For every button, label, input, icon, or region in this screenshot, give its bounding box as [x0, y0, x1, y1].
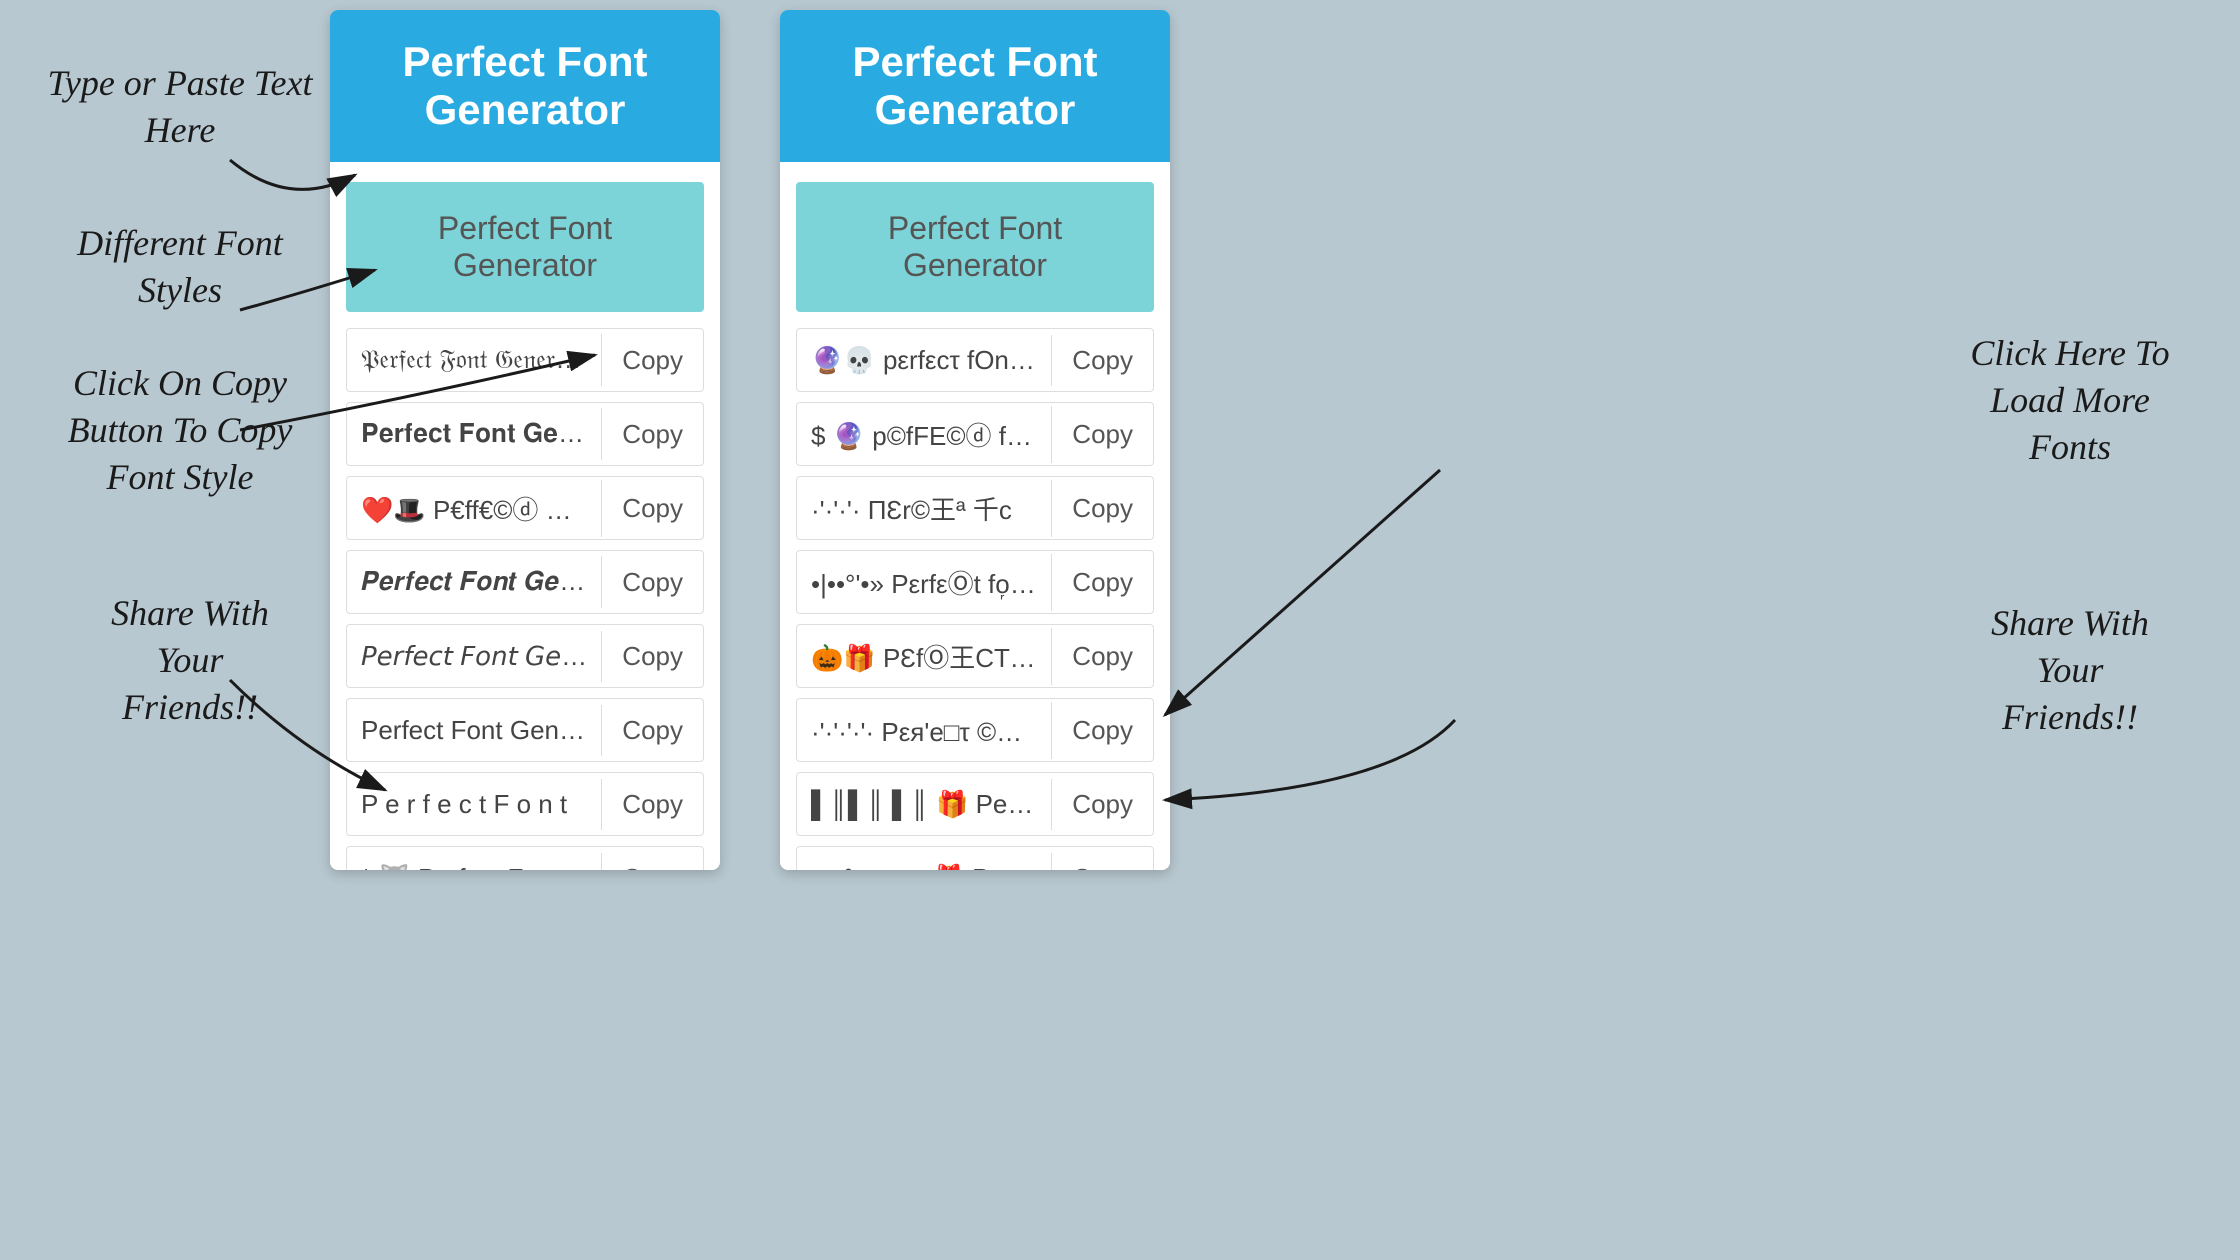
font-text-left-1: 𝐏𝐞𝐫𝐟𝐞𝐜𝐭 𝐅𝐨𝐧𝐭 𝐆𝐞𝐧𝐞𝐫𝐚𝐭𝐨𝐫 [347, 408, 602, 460]
font-row-left-2: ❤️🎩 P€ff€©ⓓ FⓄn© gɛCopy [346, 476, 704, 540]
font-text-left-0: 𝔓𝔢𝔯𝔣𝔢𝔠𝔱 𝔉𝔬𝔫𝔱 𝔊𝔢𝔫𝔢𝔯𝔞𝔱𝔬𝔯 [347, 334, 602, 386]
text-input-display[interactable]: Perfect Font Generator [346, 182, 704, 312]
right-panel-header: Perfect Font Generator [780, 10, 1170, 162]
left-phone-panel: Perfect Font Generator Perfect Font Gene… [330, 10, 720, 870]
font-row-right-0: 🔮💀 pεrfεcτ fOnt gεNCopy [796, 328, 1154, 392]
copy-button-left-0[interactable]: Copy [602, 335, 703, 386]
font-row-left-1: 𝐏𝐞𝐫𝐟𝐞𝐜𝐭 𝐅𝐨𝐧𝐭 𝐆𝐞𝐧𝐞𝐫𝐚𝐭𝐨𝐫Copy [346, 402, 704, 466]
font-text-left-2: ❤️🎩 P€ff€©ⓓ FⓄn© gɛ [347, 480, 602, 537]
font-text-right-0: 🔮💀 pεrfεcτ fOnt gεN [797, 335, 1052, 386]
font-text-left-7: * 🐺 Perfect Font Gen [347, 853, 602, 871]
font-row-right-7: ¤„•°„•..•>> 🎁 PerfecCopy [796, 846, 1154, 870]
font-text-right-1: $ 🔮 p©fFE©ⓓ foÑτ ɡɛ| [797, 406, 1052, 463]
annotation-type-paste: Type or Paste TextHere [40, 60, 320, 154]
copy-button-right-0[interactable]: Copy [1052, 335, 1153, 386]
copy-button-right-4[interactable]: Copy [1052, 631, 1153, 682]
text-input-display-right[interactable]: Perfect Font Generator [796, 182, 1154, 312]
copy-button-right-2[interactable]: Copy [1052, 483, 1153, 534]
copy-button-right-7[interactable]: Copy [1052, 853, 1153, 871]
font-row-left-3: 𝑷𝒆𝒓𝒇𝒆𝒄𝒕 𝑭𝒐𝒏𝒕 𝑮𝒆𝒏𝒆𝒓𝒂𝒕Copy [346, 550, 704, 614]
annotation-load-more: Click Here ToLoad MoreFonts [1940, 330, 2200, 470]
font-row-right-4: 🎃🎁 PƐfⓄ王CT fÕÑτ gCopy [796, 624, 1154, 688]
copy-button-right-3[interactable]: Copy [1052, 557, 1153, 608]
font-row-right-6: ▌║▌║ ▌║ 🎁 PerfecCopy [796, 772, 1154, 836]
font-text-left-6: P e r f e c t F o n t [347, 779, 602, 830]
font-text-left-4: 𝘗𝘦𝘳𝘧𝘦𝘤𝘵 𝘍𝘰𝘯𝘵 𝘎𝘦𝘯𝘦𝘳𝘢𝘵𝘰 [347, 631, 602, 682]
right-panel-title: Perfect Font Generator [800, 38, 1150, 134]
copy-button-right-5[interactable]: Copy [1052, 705, 1153, 756]
annotation-different-fonts: Different FontStyles [40, 220, 320, 314]
font-text-right-3: •|••°'•» PεrfεⓄt fo᷊ gε© [797, 554, 1052, 611]
font-row-left-7: * 🐺 Perfect Font GenCopy [346, 846, 704, 870]
copy-button-right-1[interactable]: Copy [1052, 409, 1153, 460]
left-panel-header: Perfect Font Generator [330, 10, 720, 162]
font-row-right-1: $ 🔮 p©fFE©ⓓ foÑτ ɡɛ|Copy [796, 402, 1154, 466]
copy-button-left-7[interactable]: Copy [602, 853, 703, 871]
copy-button-left-3[interactable]: Copy [602, 557, 703, 608]
font-text-right-6: ▌║▌║ ▌║ 🎁 Perfec [797, 779, 1052, 830]
font-text-right-2: ·'·'·'· ΠƐr©王ª 千c [797, 480, 1052, 537]
font-text-right-5: ·'·'·'·'· Pεя'е□τ ©ⓄÑ [797, 702, 1052, 759]
left-panel-title: Perfect Font Generator [350, 38, 700, 134]
copy-button-left-4[interactable]: Copy [602, 631, 703, 682]
copy-button-left-6[interactable]: Copy [602, 779, 703, 830]
font-list-left: 𝔓𝔢𝔯𝔣𝔢𝔠𝔱 𝔉𝔬𝔫𝔱 𝔊𝔢𝔫𝔢𝔯𝔞𝔱𝔬𝔯Copy𝐏𝐞𝐫𝐟𝐞𝐜𝐭 𝐅𝐨𝐧𝐭 𝐆… [330, 328, 720, 870]
copy-button-left-2[interactable]: Copy [602, 483, 703, 534]
copy-button-left-5[interactable]: Copy [602, 705, 703, 756]
font-row-right-2: ·'·'·'· ΠƐr©王ª 千cCopy [796, 476, 1154, 540]
annotation-share-right: Share WithYourFriends!! [1950, 600, 2190, 740]
font-text-left-3: 𝑷𝒆𝒓𝒇𝒆𝒄𝒕 𝑭𝒐𝒏𝒕 𝑮𝒆𝒏𝒆𝒓𝒂𝒕 [347, 556, 602, 608]
annotation-share-left: Share WithYourFriends!! [60, 590, 320, 730]
copy-button-left-1[interactable]: Copy [602, 409, 703, 460]
font-row-right-3: •|••°'•» PεrfεⓄt fo᷊ gε©Copy [796, 550, 1154, 614]
font-text-left-5: Perfect Font Generator [347, 705, 602, 756]
font-text-right-4: 🎃🎁 PƐfⓄ王CT fÕÑτ g [797, 628, 1052, 685]
font-row-right-5: ·'·'·'·'· Pεя'е□τ ©ⓄÑCopy [796, 698, 1154, 762]
font-row-left-0: 𝔓𝔢𝔯𝔣𝔢𝔠𝔱 𝔉𝔬𝔫𝔱 𝔊𝔢𝔫𝔢𝔯𝔞𝔱𝔬𝔯Copy [346, 328, 704, 392]
font-list-right: 🔮💀 pεrfεcτ fOnt gεNCopy$ 🔮 p©fFE©ⓓ foÑτ … [780, 328, 1170, 870]
copy-button-right-6[interactable]: Copy [1052, 779, 1153, 830]
font-row-left-6: P e r f e c t F o n tCopy [346, 772, 704, 836]
font-row-left-5: Perfect Font GeneratorCopy [346, 698, 704, 762]
right-phone-panel: Perfect Font Generator Perfect Font Gene… [780, 10, 1170, 870]
annotation-click-copy: Click On CopyButton To CopyFont Style [30, 360, 330, 500]
font-text-right-7: ¤„•°„•..•>> 🎁 Perfec [797, 853, 1052, 871]
font-row-left-4: 𝘗𝘦𝘳𝘧𝘦𝘤𝘵 𝘍𝘰𝘯𝘵 𝘎𝘦𝘯𝘦𝘳𝘢𝘵𝘰Copy [346, 624, 704, 688]
